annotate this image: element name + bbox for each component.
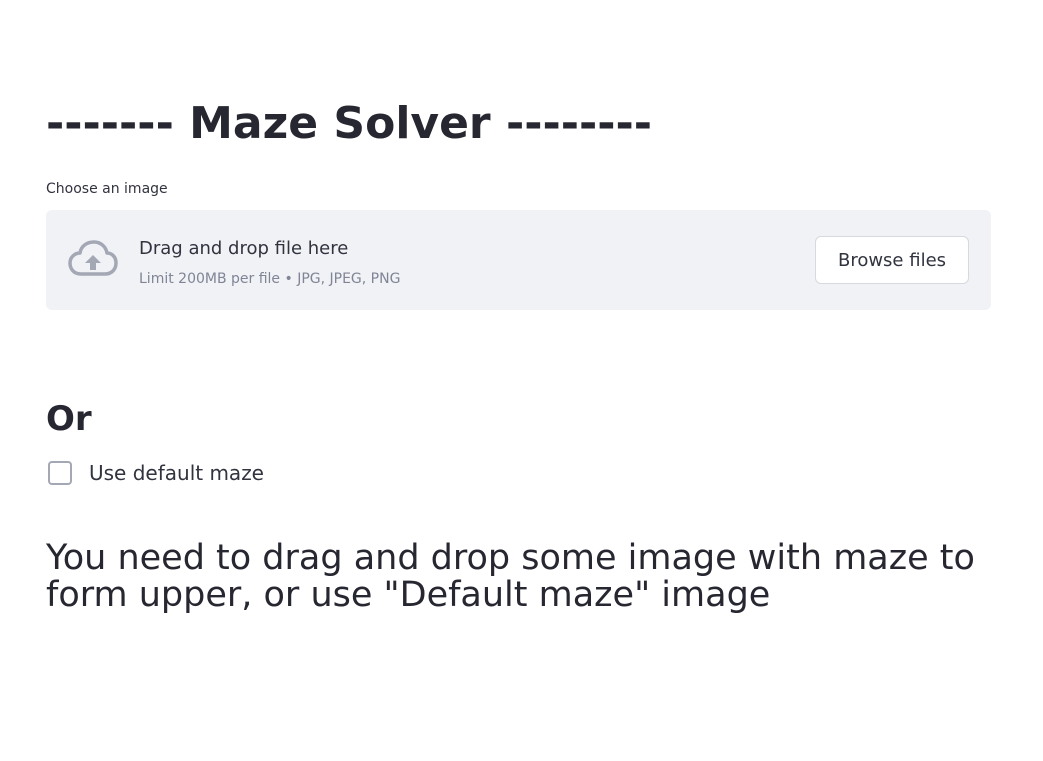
default-maze-checkbox-row[interactable]: Use default maze [48, 460, 264, 486]
app-page: ------- Maze Solver -------- Choose an i… [0, 0, 1043, 761]
dropzone-limit-text: Limit 200MB per file • JPG, JPEG, PNG [139, 271, 401, 287]
uploader-label: Choose an image [46, 181, 168, 197]
dropzone-instructions: Drag and drop file here [139, 238, 349, 259]
or-heading: Or [46, 399, 92, 439]
default-maze-checkbox[interactable] [48, 461, 72, 485]
file-dropzone[interactable]: Drag and drop file here Limit 200MB per … [46, 210, 991, 310]
page-title: ------- Maze Solver -------- [46, 98, 653, 149]
browse-files-button[interactable]: Browse files [815, 236, 969, 284]
default-maze-label: Use default maze [89, 461, 264, 485]
instruction-message: You need to drag and drop some image wit… [46, 538, 975, 615]
cloud-upload-icon [68, 238, 118, 280]
